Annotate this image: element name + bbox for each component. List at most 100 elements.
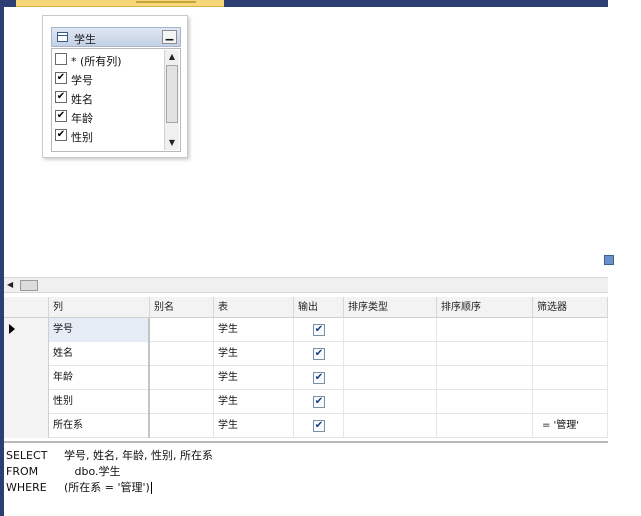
criteria-grid-header: 列 别名 表 输出 排序类型 排序顺序 筛选器	[4, 297, 608, 318]
table-row[interactable]: 所在系 学生 ✔ = '管理'	[4, 414, 608, 438]
cell-column[interactable]: 性别	[49, 390, 150, 414]
header-sort-type[interactable]: 排序类型	[344, 297, 437, 318]
output-checkbox[interactable]: ✔	[313, 396, 325, 408]
sql-keyword: SELECT	[6, 449, 48, 462]
row-selector[interactable]	[4, 366, 49, 390]
scroll-thumb[interactable]	[166, 65, 178, 123]
header-sort-order[interactable]: 排序顺序	[437, 297, 533, 318]
pane-divider[interactable]	[4, 441, 608, 443]
sql-text: 学号, 姓名, 年龄, 性别, 所在系	[64, 449, 213, 462]
column-checkbox-student-id[interactable]: ✔	[55, 72, 67, 84]
cell-column[interactable]: 姓名	[49, 342, 150, 366]
cell-column[interactable]: 年龄	[49, 366, 150, 390]
output-checkbox[interactable]: ✔	[313, 372, 325, 384]
cell-column[interactable]: 所在系	[49, 414, 150, 438]
diagram-horizontal-scrollbar[interactable]: ◀	[4, 277, 608, 293]
column-item-age[interactable]: ✔ 年龄	[55, 108, 163, 125]
scroll-thumb[interactable]	[20, 280, 38, 291]
cell-alias[interactable]	[150, 414, 214, 438]
cell-column[interactable]: 学号	[49, 318, 150, 342]
sql-text: dbo.学生	[64, 465, 121, 478]
cell-filter[interactable]: = '管理'	[533, 414, 608, 438]
column-list-scrollbar[interactable]: ▲ ▼	[164, 50, 179, 150]
sql-keyword: FROM	[6, 465, 39, 478]
row-selector[interactable]	[4, 342, 49, 366]
row-selector[interactable]	[4, 318, 49, 342]
table-row[interactable]: 性别 学生 ✔	[4, 390, 608, 414]
cell-sort-order[interactable]	[437, 366, 533, 390]
cell-sort-type[interactable]	[344, 318, 437, 342]
column-item-label: 年龄	[71, 112, 93, 125]
cell-sort-order[interactable]	[437, 342, 533, 366]
table-row[interactable]: 姓名 学生 ✔	[4, 342, 608, 366]
header-column[interactable]: 列	[49, 297, 150, 318]
sql-line-from: FROM dbo.学生	[6, 463, 121, 479]
header-filter[interactable]: 筛选器	[533, 297, 608, 318]
cell-filter[interactable]	[533, 366, 608, 390]
header-output[interactable]: 输出	[294, 297, 344, 318]
current-row-arrow-icon	[9, 324, 15, 334]
table-row[interactable]: 年龄 学生 ✔	[4, 366, 608, 390]
sql-line-select: SELECT 学号, 姓名, 年龄, 性别, 所在系	[6, 447, 213, 463]
cell-output[interactable]: ✔	[294, 414, 344, 438]
table-row[interactable]: 学号 学生 ✔	[4, 318, 608, 342]
column-item-label: * (所有列)	[71, 55, 122, 68]
cell-alias[interactable]	[150, 318, 214, 342]
active-document-tab[interactable]	[16, 0, 224, 7]
pane-splitter-icon[interactable]	[604, 255, 614, 265]
cell-table[interactable]: 学生	[214, 318, 294, 342]
text-caret	[150, 482, 152, 494]
table-window-student[interactable]: 学生 ▁ * (所有列) ✔ 学号 ✔ 姓名 ✔ 年龄 ✔ 性别 ▲ ▼	[42, 15, 188, 158]
scroll-down-icon[interactable]: ▼	[166, 137, 178, 149]
document-tab-strip	[4, 0, 608, 7]
cell-filter[interactable]	[533, 318, 608, 342]
criteria-grid: 列 别名 表 输出 排序类型 排序顺序 筛选器 学号 学生 ✔ 姓名 学生 ✔ …	[4, 297, 608, 440]
cell-sort-order[interactable]	[437, 390, 533, 414]
sql-pane[interactable]: SELECT 学号, 姓名, 年龄, 性别, 所在系 FROM dbo.学生 WH…	[4, 444, 608, 516]
column-item-gender[interactable]: ✔ 性别	[55, 127, 163, 144]
scroll-up-icon[interactable]: ▲	[166, 51, 178, 63]
table-column-list: * (所有列) ✔ 学号 ✔ 姓名 ✔ 年龄 ✔ 性别 ▲ ▼	[51, 48, 181, 152]
column-checkbox-age[interactable]: ✔	[55, 110, 67, 122]
minimize-button[interactable]: ▁	[162, 30, 177, 44]
cell-alias[interactable]	[150, 390, 214, 414]
header-table[interactable]: 表	[214, 297, 294, 318]
output-checkbox[interactable]: ✔	[313, 420, 325, 432]
cell-sort-type[interactable]	[344, 366, 437, 390]
cell-sort-order[interactable]	[437, 414, 533, 438]
output-checkbox[interactable]: ✔	[313, 348, 325, 360]
cell-output[interactable]: ✔	[294, 318, 344, 342]
row-selector[interactable]	[4, 390, 49, 414]
cell-output[interactable]: ✔	[294, 366, 344, 390]
row-header-corner	[4, 297, 49, 318]
cell-table[interactable]: 学生	[214, 366, 294, 390]
output-checkbox[interactable]: ✔	[313, 324, 325, 336]
cell-filter[interactable]	[533, 342, 608, 366]
column-item-all[interactable]: * (所有列)	[55, 51, 163, 68]
column-checkbox-gender[interactable]: ✔	[55, 129, 67, 141]
row-selector[interactable]	[4, 414, 49, 438]
cell-sort-type[interactable]	[344, 414, 437, 438]
cell-output[interactable]: ✔	[294, 342, 344, 366]
cell-filter[interactable]	[533, 390, 608, 414]
scroll-left-icon[interactable]: ◀	[7, 280, 13, 289]
column-item-label: 姓名	[71, 93, 93, 106]
cell-output[interactable]: ✔	[294, 390, 344, 414]
header-alias[interactable]: 别名	[150, 297, 214, 318]
table-title-bar[interactable]: 学生 ▁	[51, 27, 181, 47]
column-checkbox-all[interactable]	[55, 53, 67, 65]
sql-keyword: WHERE	[6, 481, 47, 494]
cell-sort-type[interactable]	[344, 390, 437, 414]
cell-alias[interactable]	[150, 366, 214, 390]
column-item-student-id[interactable]: ✔ 学号	[55, 70, 163, 87]
diagram-pane: 学生 ▁ * (所有列) ✔ 学号 ✔ 姓名 ✔ 年龄 ✔ 性别 ▲ ▼	[4, 7, 612, 269]
cell-table[interactable]: 学生	[214, 390, 294, 414]
column-item-name[interactable]: ✔ 姓名	[55, 89, 163, 106]
cell-table[interactable]: 学生	[214, 342, 294, 366]
cell-table[interactable]: 学生	[214, 414, 294, 438]
cell-sort-type[interactable]	[344, 342, 437, 366]
cell-sort-order[interactable]	[437, 318, 533, 342]
column-checkbox-name[interactable]: ✔	[55, 91, 67, 103]
sql-line-where: WHERE (所在系 = '管理')	[6, 479, 152, 495]
cell-alias[interactable]	[150, 342, 214, 366]
